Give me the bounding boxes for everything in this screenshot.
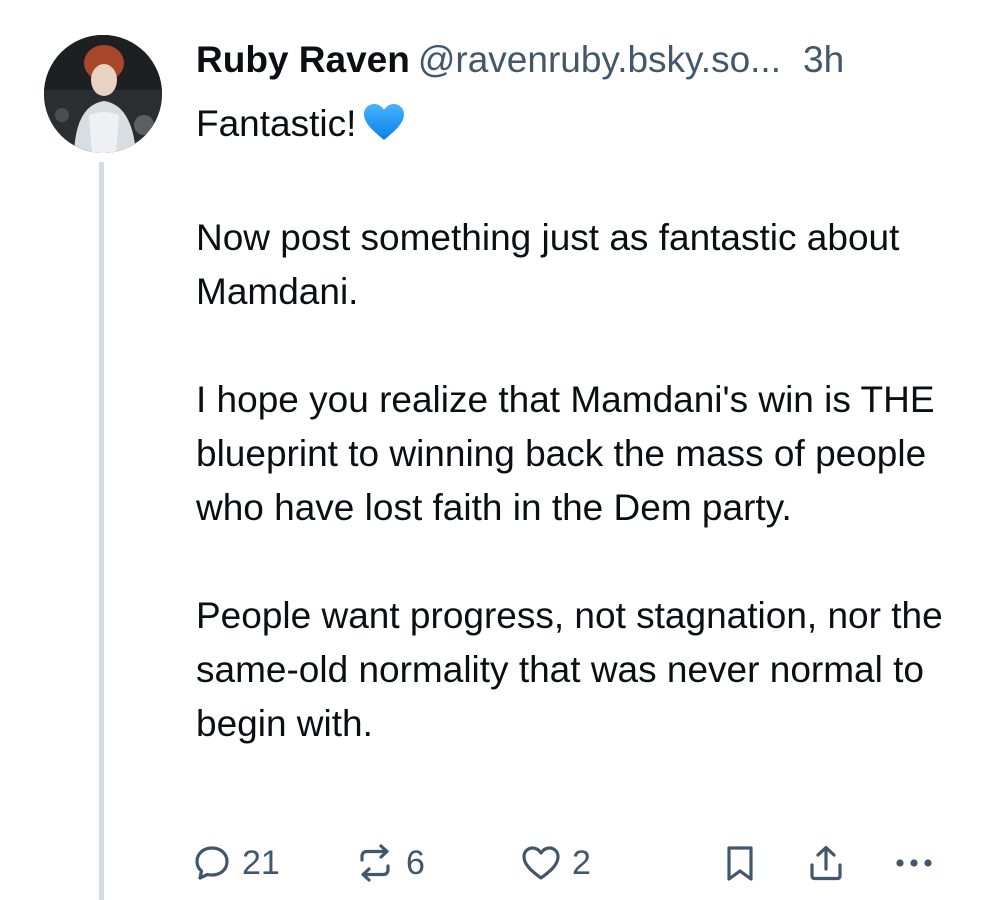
bookmark-button[interactable] <box>722 838 758 888</box>
reply-count: 21 <box>242 843 280 882</box>
profile-photo-icon <box>44 35 162 153</box>
avatar[interactable] <box>44 35 162 153</box>
reply-icon <box>195 846 229 880</box>
repost-button[interactable]: 6 <box>354 838 425 888</box>
post-paragraph: Fantastic! <box>196 97 976 157</box>
post-actions: 21 6 2 <box>192 838 952 888</box>
author-name[interactable]: Ruby Raven <box>196 39 410 80</box>
heart-outline-icon <box>522 846 560 880</box>
post-body: Fantastic! Now post something just as fa… <box>196 97 976 751</box>
thread-line <box>99 162 104 900</box>
ellipsis-icon <box>896 859 932 867</box>
share-icon <box>810 845 842 881</box>
repost-count: 6 <box>406 843 425 882</box>
post-timestamp[interactable]: 3h <box>803 39 844 80</box>
share-button[interactable] <box>806 838 846 888</box>
like-count: 2 <box>572 843 591 882</box>
blue-heart-icon <box>362 102 406 157</box>
post-paragraph: People want progress, not stagnation, no… <box>196 595 943 744</box>
bookmark-icon <box>727 846 753 881</box>
post-paragraph: I hope you realize that Mamdani's win is… <box>196 379 935 528</box>
post-header: Ruby Raven @ravenruby.bsky.so... 3h <box>196 38 844 82</box>
like-button[interactable]: 2 <box>520 838 591 888</box>
repost-icon <box>360 844 390 882</box>
reply-button[interactable]: 21 <box>192 838 280 888</box>
more-options-button[interactable] <box>892 838 936 888</box>
post-paragraph: Now post something just as fantastic abo… <box>196 217 900 312</box>
author-handle[interactable]: @ravenruby.bsky.so... <box>418 39 781 80</box>
